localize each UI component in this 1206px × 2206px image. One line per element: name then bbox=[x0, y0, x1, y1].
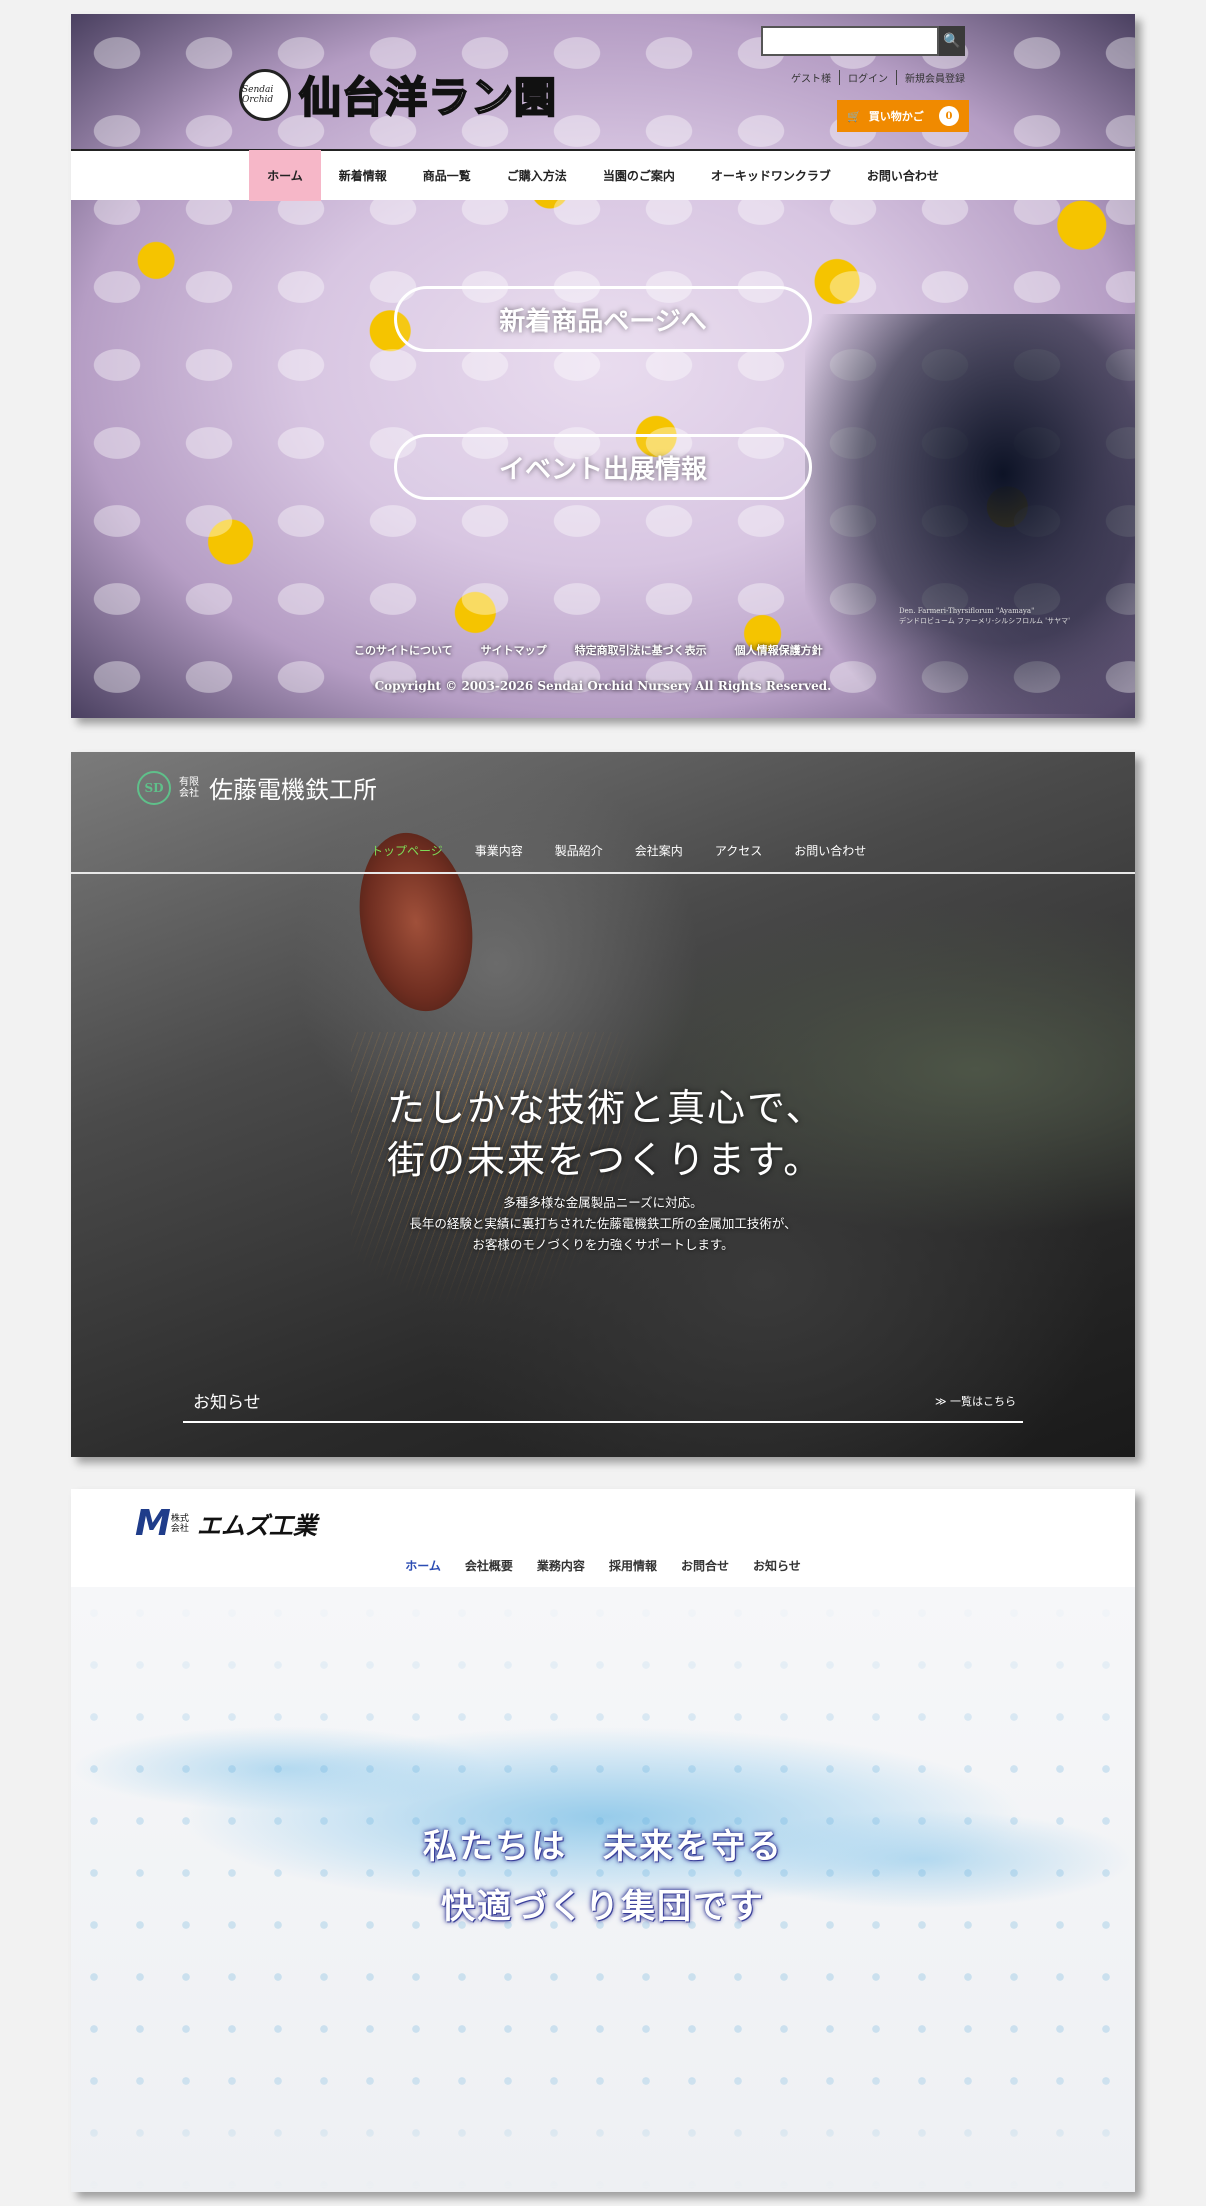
cart-button[interactable]: 🛒 買い物かご 0 bbox=[837, 100, 969, 132]
subtext-line-2: 長年の経験と実績に裏打ちされた佐藤電機鉄工所の金属加工技術が、 bbox=[409, 1216, 797, 1231]
sato-main-nav: トップページ 事業内容 製品紹介 会社案内 アクセス お問い合わせ bbox=[355, 842, 882, 859]
orchid-logo[interactable]: Sendai Orchid 仙台洋ラン園 bbox=[239, 64, 557, 125]
nav-contact[interactable]: お問合せ bbox=[669, 1557, 741, 1574]
nav-services[interactable]: 業務内容 bbox=[525, 1557, 597, 1574]
orchid-main-nav: ホーム 新着情報 商品一覧 ご購入方法 当園のご案内 オーキッドワンクラブ お問… bbox=[71, 149, 1135, 201]
news-heading: お知らせ bbox=[193, 1393, 261, 1413]
footer-privacy-link[interactable]: 個人情報保護方針 bbox=[735, 642, 823, 658]
news-divider bbox=[183, 1421, 1023, 1423]
ms-logo-prefix: 株式会社 bbox=[170, 1513, 189, 1534]
orchid-site-screenshot: Sendai Orchid 仙台洋ラン園 🔍 ゲスト様 ログイン 新規会員登録 … bbox=[71, 14, 1135, 718]
copyright: Copyright © 2003-2026 Sendai Orchid Nurs… bbox=[374, 679, 832, 693]
sato-logo[interactable]: SD 有限会社 佐藤電機鉄工所 bbox=[137, 770, 377, 805]
nav-home[interactable]: ホーム bbox=[393, 1557, 453, 1574]
nav-news[interactable]: お知らせ bbox=[741, 1557, 813, 1574]
nav-news[interactable]: 新着情報 bbox=[321, 150, 405, 201]
search-button[interactable]: 🔍 bbox=[939, 26, 965, 56]
orchid-logo-text: 仙台洋ラン園 bbox=[298, 72, 558, 123]
ms-logo[interactable]: M 株式会社 エムズ工業 bbox=[135, 1503, 317, 1544]
headline-line-2: 街の未来をつくります。 bbox=[387, 1138, 824, 1182]
sato-logo-prefix: 有限会社 bbox=[179, 776, 199, 799]
cart-count-badge: 0 bbox=[939, 106, 959, 126]
nav-orchid-one-club[interactable]: オーキッドワンクラブ bbox=[693, 150, 849, 201]
sato-site-screenshot: SD 有限会社 佐藤電機鉄工所 トップページ 事業内容 製品紹介 会社案内 アク… bbox=[71, 752, 1135, 1457]
subtext-line-3: お客様のモノづくりを力強くサポートします。 bbox=[472, 1237, 734, 1252]
cart-icon: 🛒 bbox=[847, 109, 861, 123]
ms-site-screenshot: M 株式会社 エムズ工業 ホーム 会社概要 業務内容 採用情報 お問合せ お知ら… bbox=[71, 1489, 1135, 2192]
footer-sitemap-link[interactable]: サイトマップ bbox=[481, 642, 547, 658]
new-products-button[interactable]: 新着商品ページへ bbox=[394, 286, 812, 352]
headline-line-1: たしかな技術と真心で、 bbox=[387, 1086, 826, 1130]
nav-contact[interactable]: お問い合わせ bbox=[778, 842, 882, 859]
headline-line-2: 快適づくり集団です bbox=[441, 1887, 765, 1927]
photo-caption: Den. Farmeri-Thyrsiflorum "Ayamaya" デンドロ… bbox=[899, 606, 1070, 626]
news-more-link[interactable]: ≫ 一覧はこちら bbox=[935, 1393, 1016, 1409]
nav-products[interactable]: 商品一覧 bbox=[405, 150, 489, 201]
ms-logo-name: エムズ工業 bbox=[196, 1512, 317, 1540]
guest-label: ゲスト様 bbox=[791, 74, 831, 85]
subtext-line-1: 多種多様な金属製品ニーズに対応。 bbox=[503, 1195, 703, 1210]
footer-about-link[interactable]: このサイトについて bbox=[354, 642, 453, 658]
nav-recruit[interactable]: 採用情報 bbox=[597, 1557, 669, 1574]
hero-subtext: 多種多様な金属製品ニーズに対応。 長年の経験と実績に裏打ちされた佐藤電機鉄工所の… bbox=[71, 1192, 1135, 1255]
nav-about[interactable]: 当園のご案内 bbox=[585, 150, 693, 201]
nav-top[interactable]: トップページ bbox=[355, 842, 459, 859]
login-link[interactable]: ログイン bbox=[839, 70, 896, 85]
sato-logo-mark: SD bbox=[137, 770, 171, 805]
event-info-button[interactable]: イベント出展情報 bbox=[394, 434, 812, 500]
cart-label: 買い物かご bbox=[868, 110, 924, 123]
nav-business[interactable]: 事業内容 bbox=[459, 842, 539, 859]
caption-latin: Den. Farmeri-Thyrsiflorum "Ayamaya" bbox=[899, 607, 1035, 615]
nav-access[interactable]: アクセス bbox=[699, 842, 778, 859]
sato-logo-name: 佐藤電機鉄工所 bbox=[209, 776, 377, 804]
register-link[interactable]: 新規会員登録 bbox=[896, 70, 973, 85]
footer-legal-link[interactable]: 特定商取引法に基づく表示 bbox=[575, 642, 707, 658]
account-links: ゲスト様 ログイン 新規会員登録 bbox=[783, 70, 973, 85]
nav-company[interactable]: 会社概要 bbox=[453, 1557, 525, 1574]
orchid-logo-mark: Sendai Orchid bbox=[239, 68, 291, 121]
caption-japanese: デンドロビューム ファーメリ-シルシフロルム 'サヤマ' bbox=[899, 617, 1071, 625]
nav-home[interactable]: ホーム bbox=[249, 150, 321, 201]
hero-headline: たしかな技術と真心で、 街の未来をつくります。 bbox=[387, 1082, 825, 1186]
nav-how-to-buy[interactable]: ご購入方法 bbox=[489, 150, 585, 201]
nav-products[interactable]: 製品紹介 bbox=[539, 842, 619, 859]
nav-divider bbox=[71, 872, 1135, 874]
nav-contact[interactable]: お問い合わせ bbox=[849, 150, 957, 201]
ms-logo-mark: M bbox=[135, 1503, 171, 1544]
footer-links: このサイトについて サイトマップ 特定商取引法に基づく表示 個人情報保護方針 bbox=[354, 642, 823, 658]
headline-line-1: 私たちは 未来を守る bbox=[423, 1827, 783, 1867]
search-input[interactable] bbox=[761, 26, 939, 56]
ms-main-nav: ホーム 会社概要 業務内容 採用情報 お問合せ お知らせ bbox=[71, 1557, 1135, 1574]
hero-headline: 私たちは 未来を守る 快適づくり集団です bbox=[71, 1817, 1135, 1937]
nav-company[interactable]: 会社案内 bbox=[619, 842, 699, 859]
ms-header: M 株式会社 エムズ工業 ホーム 会社概要 業務内容 採用情報 お問合せ お知ら… bbox=[71, 1489, 1135, 1587]
search-icon: 🔍 bbox=[943, 33, 961, 49]
